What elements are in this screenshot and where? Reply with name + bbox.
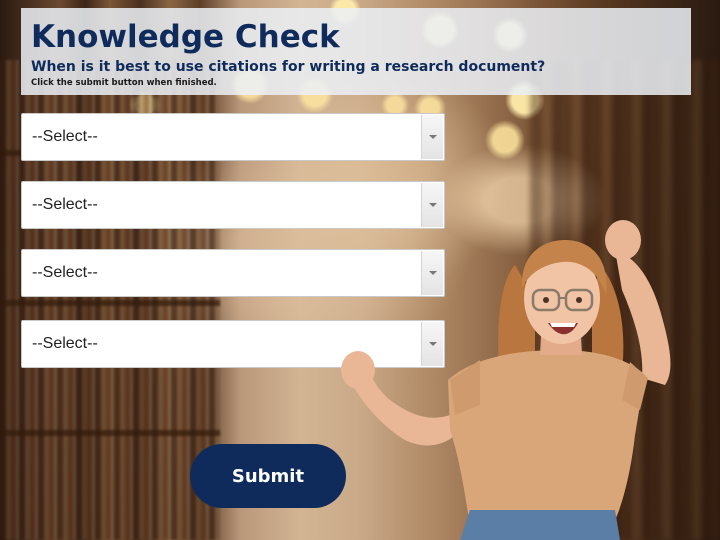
select-value: --Select-- <box>32 264 98 281</box>
celebrating-student-photo <box>341 220 671 540</box>
page-title: Knowledge Check <box>31 19 340 55</box>
submit-button[interactable]: Submit <box>190 444 346 508</box>
shelf-line <box>0 430 220 436</box>
instruction-text: Click the submit button when finished. <box>31 78 217 88</box>
question-text: When is it best to use citations for wri… <box>31 59 546 75</box>
answer-select-1[interactable]: --Select-- <box>21 113 445 161</box>
chevron-down-icon[interactable] <box>421 115 443 159</box>
select-value: --Select-- <box>32 128 98 145</box>
header-panel: Knowledge Check When is it best to use c… <box>21 8 691 95</box>
shelf-line <box>0 300 220 306</box>
select-value: --Select-- <box>32 335 98 352</box>
select-value: --Select-- <box>32 196 98 213</box>
